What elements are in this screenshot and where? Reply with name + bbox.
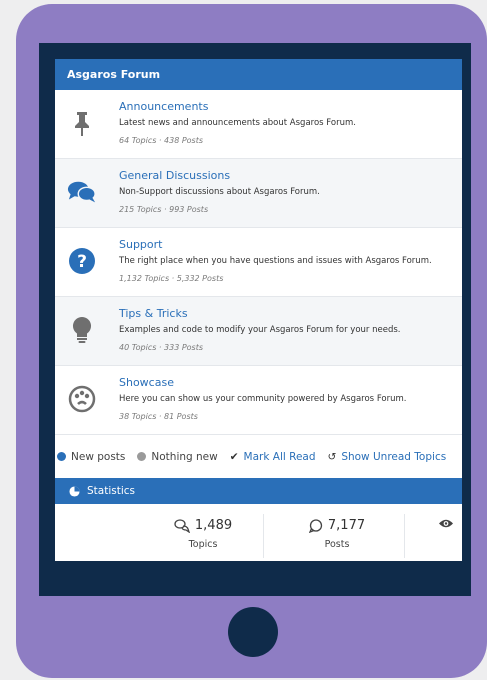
- history-icon: ↺: [327, 450, 337, 463]
- mark-all-read-link[interactable]: ✔ Mark All Read: [230, 451, 316, 463]
- home-button[interactable]: [228, 607, 278, 657]
- category-title[interactable]: Tips & Tricks: [119, 307, 188, 320]
- category-row-general-discussions[interactable]: General Discussions Non-Support discussi…: [55, 159, 462, 228]
- forum-header: Asgaros Forum: [55, 59, 462, 90]
- category-meta: 64 Topics · 438 Posts: [119, 136, 204, 145]
- stat-views: [431, 518, 461, 529]
- stat-posts-label: Posts: [324, 539, 350, 550]
- legend-nothing-new: Nothing new: [137, 450, 218, 463]
- tablet-screen: Asgaros Forum Announcements Latest news …: [55, 59, 462, 561]
- statistics-title: Statistics: [87, 485, 135, 497]
- category-description: Here you can show us your community powe…: [119, 394, 407, 404]
- stat-divider: [263, 514, 264, 558]
- show-unread-link[interactable]: ↺ Show Unread Topics: [328, 451, 447, 463]
- category-description: Examples and code to modify your Asgaros…: [119, 325, 401, 335]
- checkmark-icon: ✔: [229, 450, 239, 463]
- legend-new-posts-label: New posts: [71, 450, 126, 463]
- category-row-announcements[interactable]: Announcements Latest news and announceme…: [55, 90, 462, 159]
- statistics-header: Statistics: [55, 478, 462, 504]
- mark-all-read-label[interactable]: Mark All Read: [244, 451, 316, 463]
- pie-chart-icon: [69, 485, 80, 497]
- stat-topics-value: 1,489: [194, 518, 233, 533]
- tablet-bezel: Asgaros Forum Announcements Latest news …: [39, 43, 471, 596]
- pin-icon: [67, 108, 97, 138]
- stat-topics: 1,489 Topics: [143, 518, 263, 550]
- legend-nothing-new-label: Nothing new: [151, 450, 218, 463]
- category-description: Non-Support discussions about Asgaros Fo…: [119, 187, 320, 197]
- lightbulb-icon: [67, 315, 97, 345]
- legend-new-posts: New posts: [57, 451, 125, 463]
- category-title[interactable]: Announcements: [119, 100, 208, 113]
- category-meta: 215 Topics · 993 Posts: [119, 205, 209, 214]
- statistics-panel: 1,489 Topics 7,177 Posts: [55, 504, 462, 561]
- comments-icon: [174, 518, 190, 533]
- comment-icon: [308, 518, 323, 533]
- new-posts-dot-icon: [57, 452, 66, 461]
- stat-divider: [404, 514, 405, 558]
- nothing-new-dot-icon: [137, 452, 147, 461]
- palette-icon: [67, 384, 97, 414]
- category-description: The right place when you have questions …: [119, 256, 432, 266]
- category-row-tips-tricks[interactable]: Tips & Tricks Examples and code to modif…: [55, 297, 462, 366]
- category-meta: 38 Topics · 81 Posts: [119, 412, 198, 421]
- tablet-device: Asgaros Forum Announcements Latest news …: [16, 4, 487, 678]
- category-row-support[interactable]: ? Support The right place when you have …: [55, 228, 462, 297]
- stat-posts: 7,177 Posts: [277, 518, 397, 550]
- stat-posts-value: 7,177: [327, 518, 366, 533]
- question-circle-icon: ?: [67, 246, 97, 276]
- category-title[interactable]: General Discussions: [119, 169, 230, 182]
- category-title[interactable]: Showcase: [119, 376, 174, 389]
- forum-legend: New posts Nothing new ✔ Mark All Read ↺ …: [55, 435, 462, 478]
- category-title[interactable]: Support: [119, 238, 162, 251]
- eye-icon: [439, 519, 453, 528]
- svg-text:?: ?: [77, 252, 87, 272]
- stat-topics-label: Topics: [188, 539, 218, 550]
- show-unread-label[interactable]: Show Unread Topics: [341, 451, 446, 463]
- category-description: Latest news and announcements about Asga…: [119, 118, 356, 128]
- chat-bubbles-icon: [67, 177, 97, 207]
- category-row-showcase[interactable]: Showcase Here you can show us your commu…: [55, 366, 462, 435]
- category-meta: 40 Topics · 333 Posts: [119, 343, 204, 352]
- category-meta: 1,132 Topics · 5,332 Posts: [119, 274, 224, 283]
